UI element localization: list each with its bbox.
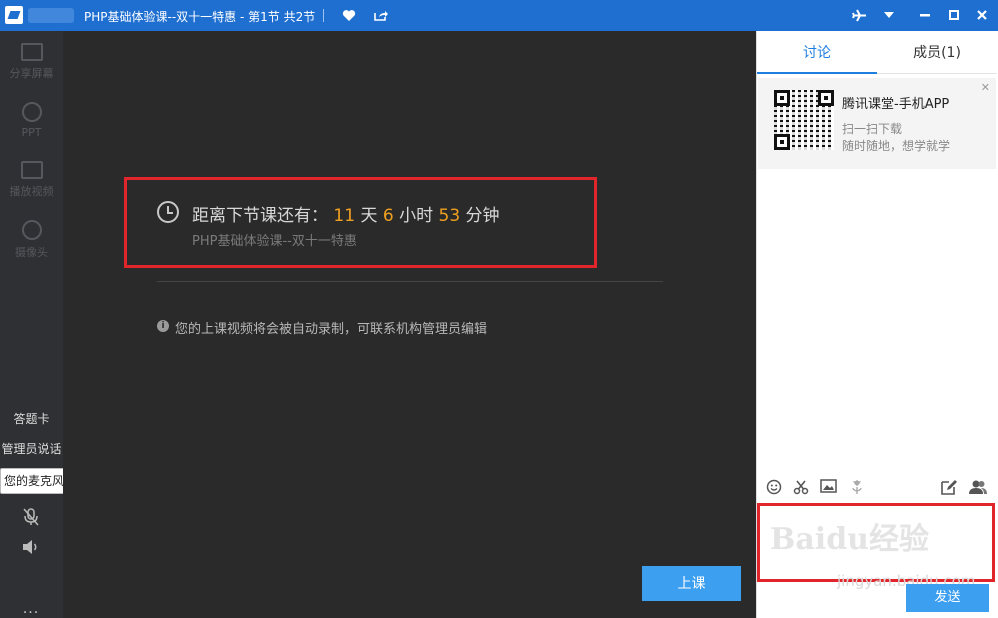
minimize-icon[interactable] xyxy=(917,7,933,23)
app-promo: 腾讯课堂-手机APP 扫一扫下载 随时随地，想学就学 ✕ xyxy=(758,78,996,169)
countdown-minutes: 53 xyxy=(438,206,461,226)
countdown-minutes-unit: 分钟 xyxy=(465,206,500,226)
recording-note: 您的上课视频将会被自动录制，可联系机构管理员编辑 xyxy=(175,322,488,337)
play-video-label: 播放视频 xyxy=(9,185,54,198)
promo-tagline: 随时随地，想学就学 xyxy=(842,139,951,153)
image-icon[interactable] xyxy=(820,479,837,496)
camera-button[interactable]: 摄像头 xyxy=(0,220,63,260)
watermark: Baidu经验 xyxy=(770,522,929,557)
panel-tabs: 讨论 成员(1) xyxy=(757,31,997,74)
dropdown-icon[interactable] xyxy=(881,7,897,23)
tab-discussion[interactable]: 讨论 xyxy=(757,31,877,74)
ppt-button[interactable]: PPT xyxy=(0,102,63,139)
blurred-username xyxy=(28,8,74,23)
more-button[interactable]: ... xyxy=(20,601,42,617)
tab-members[interactable]: 成员(1) xyxy=(877,31,997,74)
answer-card-button[interactable]: 答题卡 xyxy=(0,410,63,427)
play-video-button[interactable]: 播放视频 xyxy=(0,161,63,199)
app-logo-icon xyxy=(5,6,23,24)
promo-subtitle: 扫一扫下载 xyxy=(842,122,903,136)
share-icon[interactable] xyxy=(372,7,388,23)
title-bar: PHP基础体验课--双十一特惠 - 第1节 共2节 xyxy=(0,0,998,31)
countdown-text: 距离下节课还有： 11 天 6 小时 53 分钟 xyxy=(192,201,500,226)
share-screen-icon xyxy=(20,43,43,61)
ppt-label: PPT xyxy=(21,126,42,139)
countdown-days: 11 xyxy=(333,206,356,226)
edit-icon[interactable] xyxy=(940,479,957,496)
send-button[interactable]: 发送 xyxy=(906,584,989,612)
share-screen-button[interactable]: 分享屏幕 xyxy=(0,43,63,81)
flower-icon[interactable] xyxy=(848,479,865,496)
camera-icon xyxy=(21,220,42,240)
emoji-icon[interactable] xyxy=(765,479,782,496)
left-toolbar: 分享屏幕 PPT 播放视频 摄像头 答题卡 管理员说话 ... xyxy=(0,31,63,618)
close-icon[interactable] xyxy=(974,7,990,23)
start-class-button[interactable]: 上课 xyxy=(642,566,741,601)
scissors-icon[interactable] xyxy=(792,479,809,496)
course-name: PHP基础体验课--双十一特惠 xyxy=(192,234,357,249)
maximize-icon[interactable] xyxy=(946,7,962,23)
window-title: PHP基础体验课--双十一特惠 - 第1节 共2节 xyxy=(84,10,316,24)
play-video-icon xyxy=(20,161,43,179)
countdown-hours: 6 xyxy=(382,206,394,226)
share-screen-label: 分享屏幕 xyxy=(9,67,54,80)
countdown-prefix: 距离下节课还有： xyxy=(192,206,328,226)
ppt-icon xyxy=(21,102,42,122)
chat-toolbar xyxy=(757,474,997,500)
right-panel: 讨论 成员(1) 腾讯课堂-手机APP 扫一扫下载 随时随地，想学就学 ✕ Ba… xyxy=(756,31,998,618)
promo-close-icon[interactable]: ✕ xyxy=(981,81,990,94)
admin-speak-button[interactable]: 管理员说话 xyxy=(0,440,63,457)
heart-icon[interactable] xyxy=(341,7,357,23)
airplane-icon[interactable] xyxy=(851,7,867,23)
qr-code xyxy=(774,90,834,150)
countdown-days-unit: 天 xyxy=(360,206,378,226)
promo-title: 腾讯课堂-手机APP xyxy=(842,97,950,112)
members-icon[interactable] xyxy=(969,479,987,496)
speaker-icon[interactable] xyxy=(20,536,42,558)
message-input[interactable]: Baidu经验 xyxy=(757,503,995,582)
camera-label: 摄像头 xyxy=(15,246,48,259)
clock-icon xyxy=(157,201,179,223)
countdown-hours-unit: 小时 xyxy=(399,206,434,226)
divider xyxy=(157,281,663,282)
title-separator xyxy=(323,9,324,22)
mic-muted-icon[interactable] xyxy=(20,506,42,528)
info-icon: i xyxy=(157,320,169,332)
